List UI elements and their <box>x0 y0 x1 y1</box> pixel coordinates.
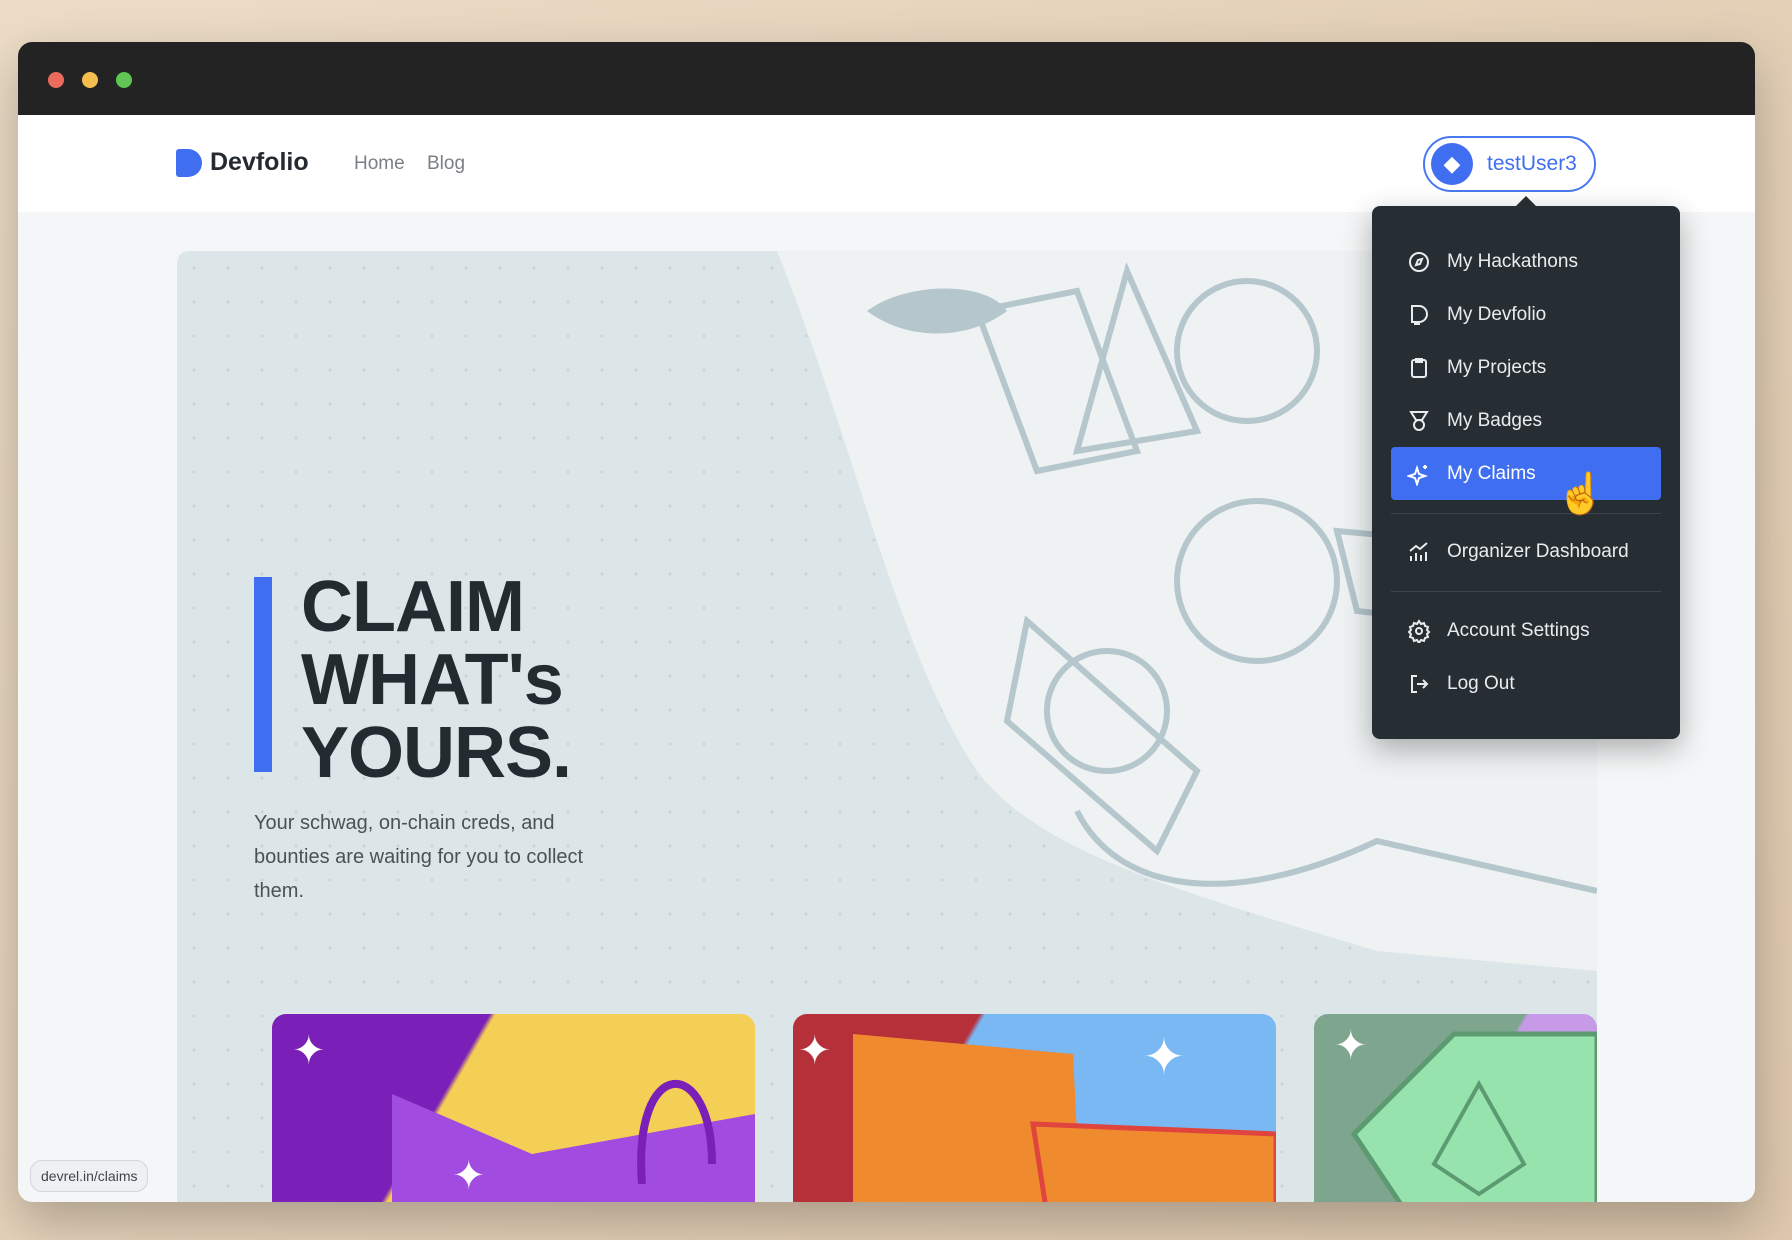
close-button[interactable] <box>48 72 64 88</box>
gear-icon <box>1407 618 1431 643</box>
user-dropdown-menu: My Hackathons My Devfolio My Projects My… <box>1372 196 1680 739</box>
logout-icon <box>1411 674 1429 693</box>
username: testUser3 <box>1487 152 1577 175</box>
avatar: ◆ <box>1431 143 1473 185</box>
ethereum-chip-illustration: ✦ <box>1334 1024 1597 1202</box>
nav-blog[interactable]: Blog <box>427 153 465 175</box>
brand-name: Devfolio <box>210 148 309 176</box>
menu-item-my-badges[interactable]: My Badges <box>1391 394 1661 447</box>
menu-item-account-settings[interactable]: Account Settings <box>1391 604 1661 657</box>
maximize-button[interactable] <box>116 72 132 88</box>
claim-card-credential[interactable]: ✦ <box>1314 1014 1597 1202</box>
shopping-bag-illustration: ✦✦ <box>292 1029 755 1202</box>
trophy-illustration: ✦✦ <box>798 1029 1276 1202</box>
claim-card-swag[interactable]: ✦ ✦ <box>272 1014 755 1202</box>
ethereum-icon: ◆ <box>1443 151 1461 176</box>
clipboard-icon <box>1411 357 1427 378</box>
claim-card-trophy[interactable]: ✦ ✦ <box>793 1014 1276 1202</box>
compass-icon <box>1409 251 1429 272</box>
hero-subtitle: Your schwag, on-chain creds, and bountie… <box>254 812 584 902</box>
menu-item-log-out[interactable]: Log Out <box>1391 657 1661 710</box>
hand-cursor-icon: ☝ <box>1556 472 1606 516</box>
heading-accent-bar <box>254 577 272 772</box>
menu-item-organizer-dashboard[interactable]: Organizer Dashboard <box>1391 525 1661 578</box>
title-bar <box>18 42 1755 115</box>
sparkles-icon <box>1407 464 1429 486</box>
svg-text:✦: ✦ <box>798 1029 832 1073</box>
user-menu-button[interactable]: ◆ testUser3 <box>1423 136 1596 192</box>
devfolio-icon <box>1411 304 1428 325</box>
status-bar-url: devrel.in/claims <box>30 1160 149 1192</box>
menu-item-my-hackathons[interactable]: My Hackathons <box>1391 235 1661 288</box>
menu-item-my-projects[interactable]: My Projects <box>1391 341 1661 394</box>
site-header: Devfolio Home Blog ◆ testUser3 <box>18 115 1755 212</box>
nav-home[interactable]: Home <box>354 153 405 175</box>
menu-divider <box>1391 513 1661 514</box>
svg-text:✦: ✦ <box>292 1029 326 1073</box>
devfolio-logo-icon <box>176 148 202 177</box>
brand-logo[interactable]: Devfolio <box>176 148 309 177</box>
minimize-button[interactable] <box>82 72 98 88</box>
menu-item-my-devfolio[interactable]: My Devfolio <box>1391 288 1661 341</box>
menu-item-my-claims[interactable]: My Claims <box>1391 447 1661 500</box>
svg-text:✦: ✦ <box>452 1154 486 1198</box>
chart-icon <box>1409 541 1428 561</box>
hero-heading: CLAIM WHAT's YOURS. <box>301 567 572 793</box>
medal-icon <box>1409 410 1429 431</box>
svg-text:✦: ✦ <box>1143 1029 1185 1085</box>
svg-text:✦: ✦ <box>1334 1024 1368 1068</box>
menu-divider <box>1391 591 1661 592</box>
